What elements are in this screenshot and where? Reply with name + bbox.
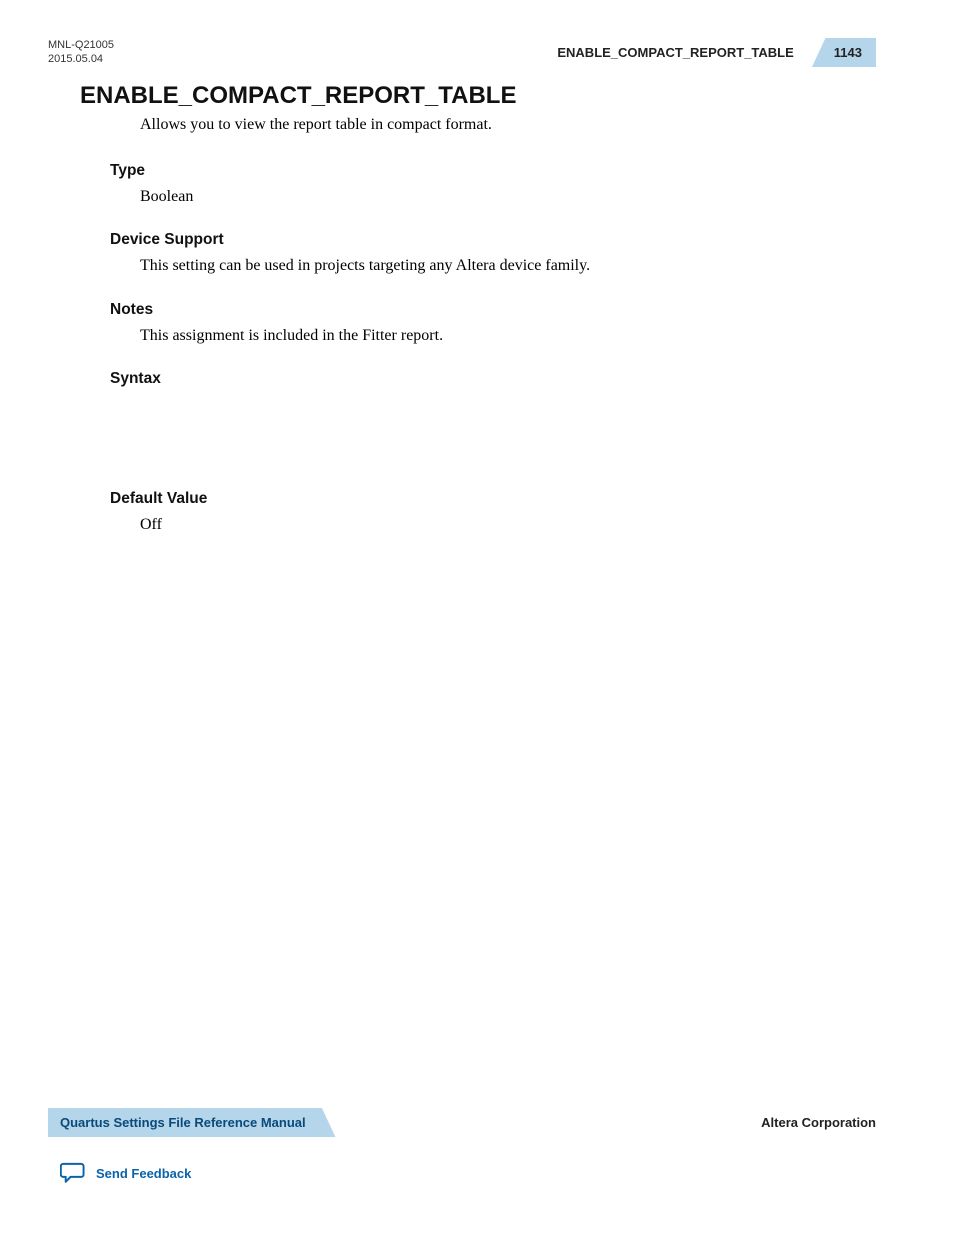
section-type: Type Boolean: [110, 162, 876, 208]
section-heading-default-value: Default Value: [110, 490, 876, 508]
running-title: ENABLE_COMPACT_REPORT_TABLE: [557, 45, 811, 60]
section-body-type: Boolean: [140, 186, 876, 208]
section-heading-notes: Notes: [110, 301, 876, 319]
section-body-syntax: [140, 394, 876, 466]
section-default-value: Default Value Off: [110, 490, 876, 536]
send-feedback-link[interactable]: Send Feedback: [60, 1160, 191, 1187]
description-text: Allows you to view the report table in c…: [140, 114, 876, 136]
section-body-default-value: Off: [140, 514, 876, 536]
section-heading-syntax: Syntax: [110, 370, 876, 388]
manual-title-badge[interactable]: Quartus Settings File Reference Manual: [48, 1108, 338, 1137]
page-title: ENABLE_COMPACT_REPORT_TABLE: [80, 82, 876, 110]
section-body-device-support: This setting can be used in projects tar…: [140, 255, 876, 277]
document-id: MNL-Q21005: [48, 38, 114, 52]
section-syntax: Syntax: [110, 370, 876, 466]
section-body-notes: This assignment is included in the Fitte…: [140, 325, 876, 347]
section-device-support: Device Support This setting can be used …: [110, 231, 876, 277]
page-footer: Quartus Settings File Reference Manual A…: [48, 1108, 876, 1137]
speech-bubble-icon: [60, 1160, 86, 1187]
document-date: 2015.05.04: [48, 52, 114, 66]
section-notes: Notes This assignment is included in the…: [110, 301, 876, 347]
send-feedback-label: Send Feedback: [96, 1166, 191, 1181]
main-content: ENABLE_COMPACT_REPORT_TABLE Allows you t…: [80, 82, 876, 560]
section-heading-device-support: Device Support: [110, 231, 876, 249]
corporation-label: Altera Corporation: [761, 1115, 876, 1130]
section-heading-type: Type: [110, 162, 876, 180]
page-number-badge: 1143: [812, 38, 876, 67]
page-header: MNL-Q21005 2015.05.04 ENABLE_COMPACT_REP…: [48, 38, 876, 67]
header-meta: MNL-Q21005 2015.05.04: [48, 38, 114, 67]
header-right: ENABLE_COMPACT_REPORT_TABLE 1143: [557, 38, 876, 67]
